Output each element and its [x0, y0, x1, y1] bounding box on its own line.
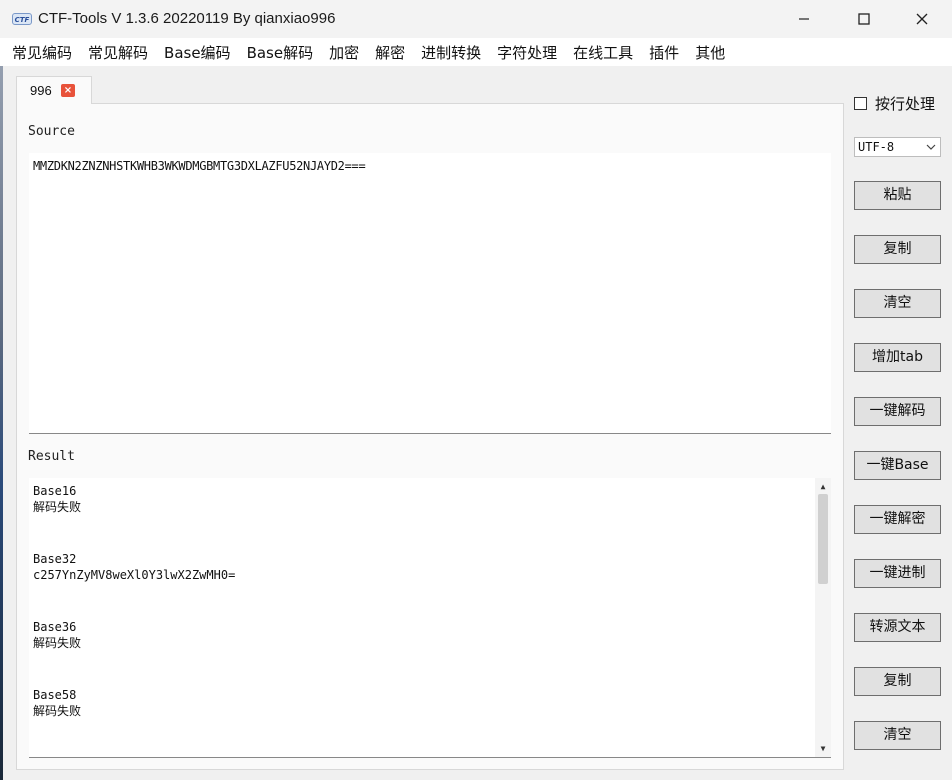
encoding-select[interactable]: UTF-8: [854, 137, 941, 157]
tab-996[interactable]: 996 ×: [16, 76, 92, 104]
menu-base-encode[interactable]: Base编码: [164, 42, 231, 63]
source-textarea[interactable]: MMZDKN2ZNZNHSTKWHB3WKWDMGBMTG3DXLAZFU52N…: [29, 153, 831, 434]
line-process-option[interactable]: 按行处理: [854, 93, 935, 114]
menu-online-tools[interactable]: 在线工具: [573, 42, 633, 63]
title-bar[interactable]: CTF CTF-Tools V 1.3.6 20220119 By qianxi…: [0, 0, 952, 38]
copy-source-button[interactable]: 复制: [854, 235, 941, 264]
one-click-decode-button[interactable]: 一键解码: [854, 397, 941, 426]
maximize-button[interactable]: [838, 0, 890, 38]
result-entry-name: Base32: [33, 552, 77, 566]
result-label: Result: [28, 449, 75, 464]
app-window: CTF CTF-Tools V 1.3.6 20220119 By qianxi…: [0, 0, 952, 780]
result-textarea[interactable]: Base16 解码失败 Base32 c257YnZyMV8weXl0Y3lwX…: [29, 478, 831, 758]
result-entry-value: c257YnZyMV8weXl0Y3lwX2ZwMH0=: [33, 568, 236, 582]
result-scrollbar[interactable]: ▲ ▼: [815, 478, 831, 757]
chevron-down-icon: [926, 144, 936, 150]
source-label: Source: [28, 124, 75, 139]
minimize-button[interactable]: [778, 0, 830, 38]
maximize-icon: [858, 13, 870, 25]
menu-encrypt[interactable]: 加密: [329, 42, 359, 63]
menu-string-process[interactable]: 字符处理: [497, 42, 557, 63]
menu-decrypt[interactable]: 解密: [375, 42, 405, 63]
source-text: MMZDKN2ZNZNHSTKWHB3WKWDMGBMTG3DXLAZFU52N…: [33, 159, 366, 173]
one-click-radix-button[interactable]: 一键进制: [854, 559, 941, 588]
close-button[interactable]: [896, 0, 948, 38]
result-entry-name: Base16: [33, 484, 77, 498]
minimize-icon: [799, 18, 809, 20]
result-entry-value: 解码失败: [33, 704, 82, 718]
desktop-edge: [0, 38, 3, 780]
result-entry-name: Base36: [33, 620, 77, 634]
line-process-label: 按行处理: [875, 95, 936, 113]
menu-plugins[interactable]: 插件: [649, 42, 679, 63]
scroll-down-icon[interactable]: ▼: [815, 742, 831, 756]
app-logo-icon: CTF: [12, 13, 32, 25]
to-source-button[interactable]: 转源文本: [854, 613, 941, 642]
line-process-checkbox[interactable]: [854, 97, 867, 110]
menu-base-decode[interactable]: Base解码: [247, 42, 314, 63]
one-click-base-button[interactable]: 一键Base: [854, 451, 941, 480]
tab-label: 996: [30, 83, 52, 98]
paste-button[interactable]: 粘贴: [854, 181, 941, 210]
tab-close-icon[interactable]: ×: [61, 84, 75, 97]
clear-source-button[interactable]: 清空: [854, 289, 941, 318]
result-entry: Base58 解码失败: [33, 687, 81, 719]
scroll-thumb[interactable]: [818, 494, 828, 584]
menu-radix-convert[interactable]: 进制转换: [421, 42, 481, 63]
one-click-decrypt-button[interactable]: 一键解密: [854, 505, 941, 534]
result-entry: Base32 c257YnZyMV8weXl0Y3lwX2ZwMH0=: [33, 551, 235, 583]
result-entry: Base36 解码失败: [33, 619, 81, 651]
menu-other[interactable]: 其他: [695, 42, 725, 63]
close-icon: [916, 13, 928, 25]
copy-result-button[interactable]: 复制: [854, 667, 941, 696]
add-tab-button[interactable]: 增加tab: [854, 343, 941, 372]
menu-bar: 常见编码 常见解码 Base编码 Base解码 加密 解密 进制转换 字符处理 …: [0, 38, 952, 66]
window-title: CTF-Tools V 1.3.6 20220119 By qianxiao99…: [38, 10, 336, 27]
encoding-value: UTF-8: [858, 140, 895, 154]
menu-common-encode[interactable]: 常见编码: [12, 42, 72, 63]
result-entry-value: 解码失败: [33, 636, 82, 650]
result-entry-value: 解码失败: [33, 500, 82, 514]
result-entry-name: Base58: [33, 688, 77, 702]
clear-result-button[interactable]: 清空: [854, 721, 941, 750]
scroll-up-icon[interactable]: ▲: [815, 480, 831, 494]
menu-common-decode[interactable]: 常见解码: [88, 42, 148, 63]
result-entry: Base16 解码失败: [33, 483, 81, 515]
